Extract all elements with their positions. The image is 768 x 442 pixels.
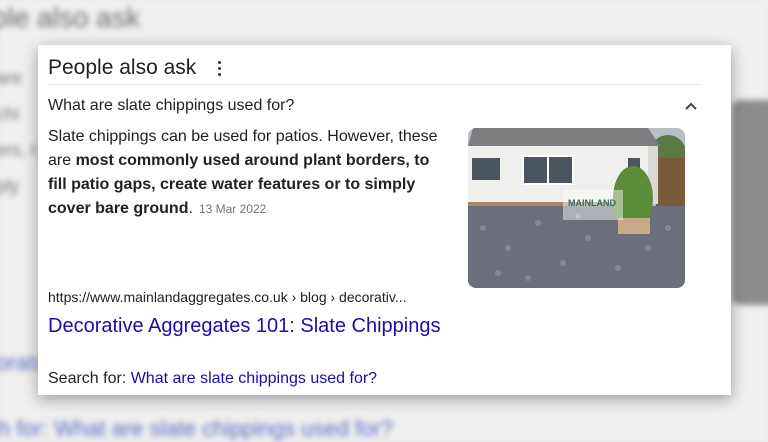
search-for-row: Search for: What are slate chippings use… — [48, 370, 378, 387]
answer-snippet: Slate chippings can be used for patios. … — [48, 128, 438, 217]
search-for-link[interactable]: What are slate chippings used for? — [131, 370, 377, 387]
result-title-link[interactable]: Decorative Aggregates 101: Slate Chippin… — [48, 315, 440, 338]
background-image — [732, 100, 768, 305]
kebab-menu-icon[interactable] — [214, 58, 224, 78]
source-url: https://www.mainlandaggregates.co.uk › b… — [48, 289, 407, 305]
chevron-up-icon[interactable] — [681, 96, 701, 116]
question-text: What are slate chippings used for? — [48, 97, 295, 114]
background-title: ple also ask — [0, 2, 140, 33]
panel-title: People also ask — [48, 56, 197, 79]
panel-header: People also ask — [48, 51, 701, 85]
background-link: oratı — [0, 350, 41, 375]
people-also-ask-panel: People also ask What are slate chippings… — [38, 45, 731, 395]
answer-date: 13 Mar 2022 — [198, 202, 267, 216]
image-watermark: MAINLAND — [568, 198, 616, 208]
answer-thumbnail-image[interactable]: MAINLAND — [468, 128, 685, 288]
divider — [48, 84, 701, 85]
background-text: are chi ers, t ply — [0, 68, 37, 196]
background-search-for: h for: What are slate chippings used for… — [0, 416, 393, 441]
question-row[interactable]: What are slate chippings used for? — [48, 93, 701, 119]
